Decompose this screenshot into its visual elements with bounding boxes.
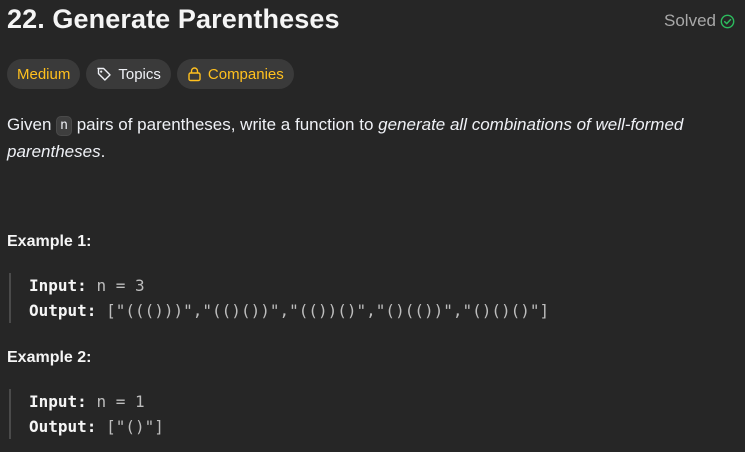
difficulty-label: Medium <box>17 65 71 83</box>
inline-code: n <box>56 116 72 136</box>
example-input-line: Input: n = 1 <box>29 389 164 414</box>
example-1-block: Input: n = 3 Output: ["((()))","(()())",… <box>9 273 549 323</box>
companies-label: Companies <box>207 65 284 83</box>
output-value: ["((()))","(()())","(())()","()(())","()… <box>106 301 550 320</box>
example-2-title: Example 2: <box>7 349 92 366</box>
description-text: pairs of parentheses, write a function t… <box>71 115 379 134</box>
output-label: Output: <box>29 301 97 320</box>
input-label: Input: <box>29 276 87 295</box>
example-output-line: Output: ["()"] <box>29 414 164 439</box>
solved-status: Solved <box>664 11 735 31</box>
topics-label: Topics <box>118 65 161 83</box>
tag-icon <box>96 66 112 82</box>
description-text: . <box>100 142 106 161</box>
description-text: Given <box>7 115 57 134</box>
lock-icon <box>187 66 202 82</box>
example-input-line: Input: n = 3 <box>29 273 549 298</box>
difficulty-badge[interactable]: Medium <box>7 59 81 89</box>
output-label: Output: <box>29 417 97 436</box>
companies-button[interactable]: Companies <box>176 59 294 89</box>
output-value: ["()"] <box>106 417 164 436</box>
input-label: Input: <box>29 392 87 411</box>
example-1-title: Example 1: <box>7 233 92 250</box>
problem-title[interactable]: 22. Generate Parentheses <box>7 4 340 35</box>
solved-label: Solved <box>664 11 716 30</box>
example-output-line: Output: ["((()))","(()())","(())()","()(… <box>29 298 549 323</box>
problem-header: 22. Generate Parentheses Solved <box>7 4 735 38</box>
problem-description: Given n pairs of parentheses, write a fu… <box>7 111 727 165</box>
input-value: n = 1 <box>96 392 145 411</box>
input-value: n = 3 <box>96 276 145 295</box>
check-circle-icon <box>720 14 735 29</box>
topics-button[interactable]: Topics <box>86 59 171 89</box>
tag-row: Medium Topics Companies <box>7 59 294 89</box>
example-2-block: Input: n = 1 Output: ["()"] <box>9 389 164 439</box>
